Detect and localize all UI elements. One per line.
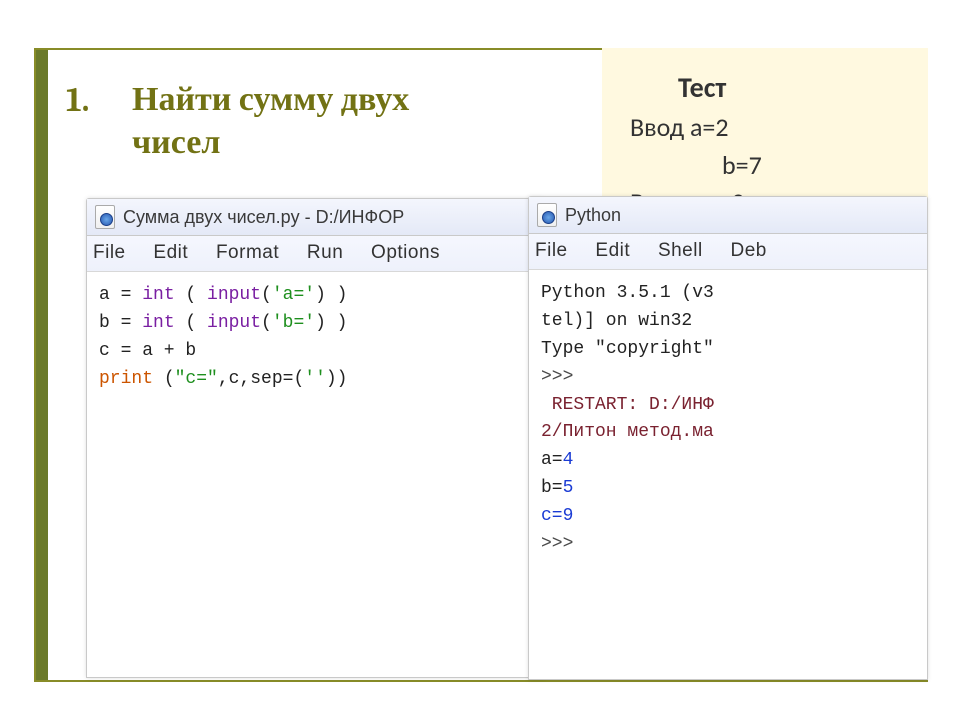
menu-format[interactable]: Format: [216, 242, 279, 263]
file-icon: [537, 203, 557, 227]
shell-output-area[interactable]: Python 3.5.1 (v3 tel)] on win32 Type "co…: [529, 270, 927, 569]
shell-titlebar[interactable]: Python: [529, 197, 927, 234]
test-input-b: b=7: [722, 147, 906, 185]
shell-menu-debug[interactable]: Deb: [730, 240, 766, 261]
editor-window: Сумма двух чисел.py - D:/ИНФОР File Edit…: [86, 198, 546, 678]
editor-menubar: File Edit Format Run Options: [87, 236, 545, 272]
menu-run[interactable]: Run: [307, 242, 343, 263]
task-title-line2: чисел: [132, 122, 220, 162]
shell-menu-file[interactable]: File: [535, 240, 568, 261]
slide-frame: 1. Найти сумму двух чисел Тест Ввод a=2 …: [34, 48, 928, 682]
menu-edit[interactable]: Edit: [153, 242, 188, 263]
task-title: Найти сумму двух чисел: [132, 78, 409, 163]
shell-menu-edit[interactable]: Edit: [595, 240, 630, 261]
editor-code-area[interactable]: a = int ( input('a=') ) b = int ( input(…: [87, 272, 545, 404]
editor-titlebar[interactable]: Сумма двух чисел.py - D:/ИНФОР: [87, 199, 545, 236]
shell-menu-shell[interactable]: Shell: [658, 240, 703, 261]
menu-options[interactable]: Options: [371, 242, 440, 263]
menu-file[interactable]: File: [93, 242, 126, 263]
shell-title-text: Python: [565, 205, 621, 226]
file-icon: [95, 205, 115, 229]
slide-accent: [36, 50, 48, 680]
test-input-a: Ввод a=2: [630, 109, 906, 147]
shell-menubar: File Edit Shell Deb: [529, 234, 927, 270]
shell-window: Python File Edit Shell Deb Python 3.5.1 …: [528, 196, 928, 680]
task-number: 1.: [66, 80, 89, 120]
task-title-line1: Найти сумму двух: [132, 79, 409, 119]
test-heading: Тест: [678, 70, 906, 105]
editor-title-text: Сумма двух чисел.py - D:/ИНФОР: [123, 207, 404, 228]
